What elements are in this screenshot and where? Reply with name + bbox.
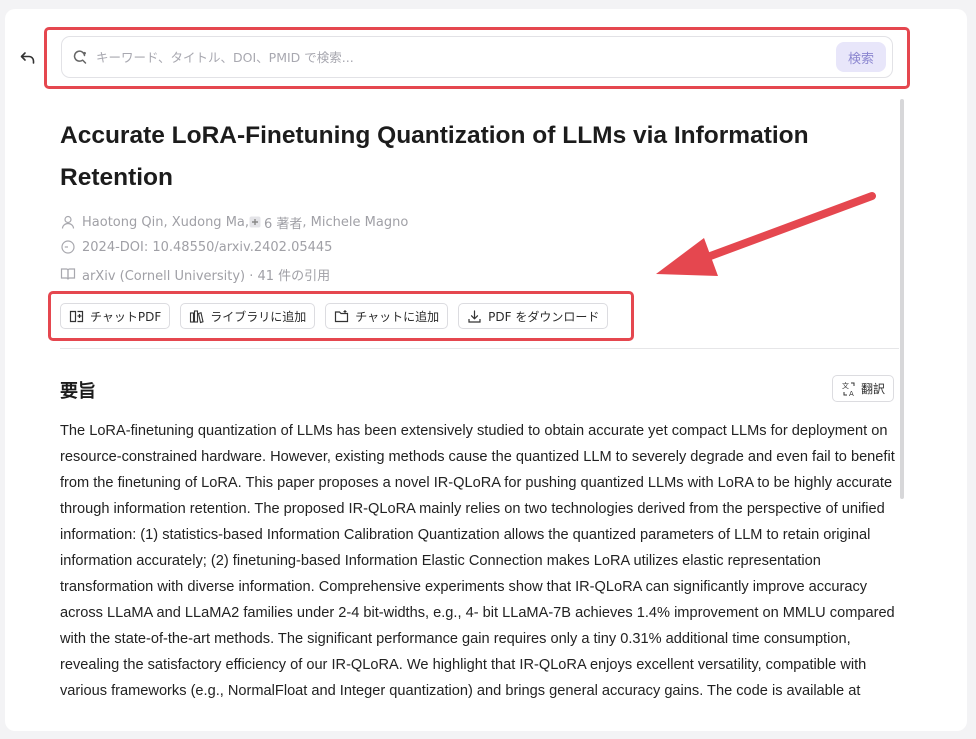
download-icon: [467, 309, 482, 324]
back-button[interactable]: [17, 47, 39, 69]
folder-icon: [334, 309, 349, 324]
clock-icon: [60, 239, 76, 255]
doi-row: 2024-DOI: 10.48550/arxiv.2402.05445: [60, 237, 332, 257]
chat-pdf-button[interactable]: チャットPDF: [60, 303, 171, 329]
translate-label: 翻訳: [860, 382, 885, 396]
chat-pdf-label: チャットPDF: [90, 309, 162, 324]
paper-title: Accurate LoRA-Finetuning Quantization of…: [60, 122, 809, 191]
translate-button[interactable]: 文 A 翻訳: [832, 375, 894, 402]
authors-row: Haotong Qin, Xudong Ma, 6 著者 , Michele M…: [60, 212, 408, 232]
svg-text:A: A: [849, 390, 854, 397]
doi-text[interactable]: 2024-DOI: 10.48550/arxiv.2402.05445: [82, 240, 332, 255]
search-button[interactable]: 検索: [836, 42, 886, 72]
add-chat-button[interactable]: チャットに追加: [325, 303, 449, 329]
scrollbar[interactable]: [900, 99, 904, 499]
abstract-text: The LoRA-finetuning quantization of LLMs…: [60, 423, 895, 699]
library-icon: [189, 309, 204, 324]
back-arrow-icon: [20, 52, 35, 64]
more-authors-link[interactable]: 6 著者: [264, 213, 302, 232]
venue-row: arXiv (Cornell University) · 41 件の引用: [60, 264, 330, 284]
svg-text:文: 文: [842, 381, 849, 390]
book-icon: [60, 266, 76, 282]
download-pdf-button[interactable]: PDF をダウンロード: [458, 303, 609, 329]
search-icon: [72, 49, 88, 65]
chat-pdf-icon: [69, 309, 84, 324]
translate-icon: 文 A: [841, 381, 857, 397]
divider: [60, 348, 899, 349]
download-pdf-label: PDF をダウンロード: [488, 309, 600, 324]
more-authors-icon: [249, 216, 261, 228]
authors-last: , Michele Magno: [302, 214, 409, 230]
add-chat-label: チャットに追加: [355, 309, 440, 324]
search-bar: 検索: [61, 36, 893, 78]
person-icon: [60, 214, 76, 230]
venue-text: arXiv (Cornell University) · 41 件の引用: [82, 268, 331, 284]
action-bar: チャットPDF ライブラリに追加 チャットに追加 PDF をダウンロード: [60, 303, 609, 329]
search-input[interactable]: [94, 48, 836, 66]
authors-text: Haotong Qin, Xudong Ma,: [82, 214, 250, 230]
paper-detail-panel: 検索 Accurate LoRA-Finetuning Quantization…: [5, 9, 967, 731]
add-library-label: ライブラリに追加: [210, 309, 307, 324]
add-library-button[interactable]: ライブラリに追加: [180, 303, 316, 329]
abstract-heading: 要旨: [60, 381, 96, 402]
